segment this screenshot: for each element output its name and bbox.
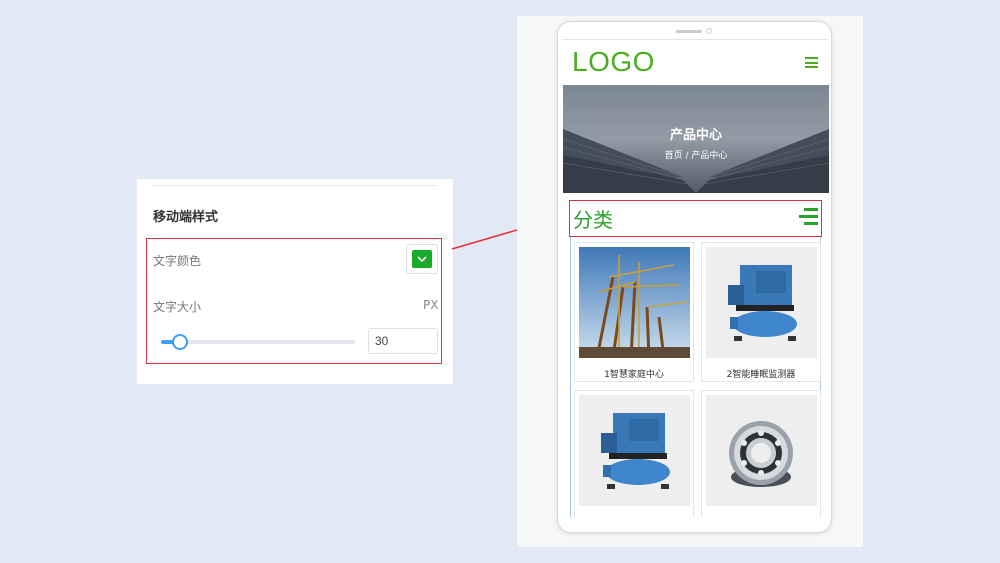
preview-stage: LOGO 产品中心 首页 / 产品中心 分类 1智慧家庭中心 2智能睡眠监测器 (517, 16, 863, 547)
product-grid: 1智慧家庭中心 2智能睡眠监测器 (570, 236, 821, 517)
phone-camera (706, 28, 712, 34)
product-card[interactable] (701, 390, 821, 517)
product-caption[interactable]: 2智能睡眠监测器 (702, 367, 820, 380)
site-logo[interactable]: LOGO (572, 46, 655, 78)
phone-frame: LOGO 产品中心 首页 / 产品中心 分类 1智慧家庭中心 2智能睡眠监测器 (557, 21, 832, 533)
page-banner: 产品中心 首页 / 产品中心 (563, 85, 829, 193)
product-card[interactable]: 2智能睡眠监测器 (701, 242, 821, 382)
product-image-crane (579, 247, 690, 358)
phone-speaker (676, 30, 702, 33)
product-card[interactable]: 1智慧家庭中心 (574, 242, 694, 382)
product-caption[interactable]: 1智慧家庭中心 (575, 367, 693, 380)
banner-title: 产品中心 (669, 128, 722, 143)
product-image-compressor (579, 395, 690, 506)
category-highlight-box (569, 200, 822, 237)
product-image-bearing (706, 395, 817, 506)
breadcrumb[interactable]: 首页 / 产品中心 (563, 148, 829, 161)
phone-screen: LOGO 产品中心 首页 / 产品中心 分类 1智慧家庭中心 2智能睡眠监测器 (562, 39, 829, 517)
menu-icon[interactable] (805, 57, 818, 68)
product-card[interactable] (574, 390, 694, 517)
product-image-compressor (706, 247, 817, 358)
